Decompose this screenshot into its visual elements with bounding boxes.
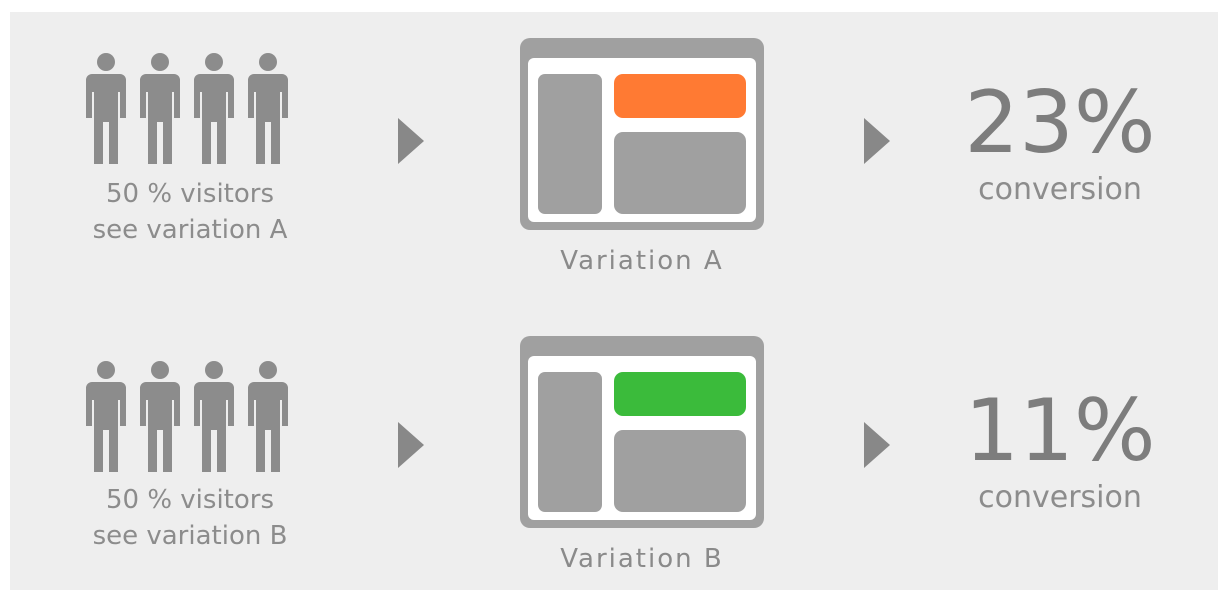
variation-label: Variation A — [560, 246, 724, 276]
people-group-icon — [84, 360, 290, 472]
people-group-icon — [84, 52, 290, 164]
conversion-percent: 11% — [964, 381, 1156, 481]
orange-block-icon — [614, 74, 746, 118]
person-icon — [194, 361, 234, 472]
arrow-right-icon — [864, 118, 890, 164]
arrow-right-icon — [864, 422, 890, 468]
person-icon — [248, 53, 288, 164]
person-icon — [194, 53, 234, 164]
variation-a-row: 50 % visitors see variation A Variation … — [0, 0, 1220, 280]
variation-label: Variation B — [560, 544, 724, 574]
variation-b-row: 50 % visitors see variation B Variation … — [0, 300, 1220, 580]
conversion-label: conversion — [978, 172, 1142, 207]
page-mockup-b-icon — [520, 336, 764, 528]
conversion-percent: 23% — [964, 73, 1156, 173]
visitor-split-text: 50 % visitors see variation A — [60, 176, 320, 248]
green-block-icon — [614, 372, 746, 416]
visitor-line-1: 50 % visitors — [105, 485, 275, 515]
person-icon — [140, 361, 180, 472]
conversion-label: conversion — [978, 480, 1142, 515]
visitor-line-2: see variation B — [92, 521, 288, 551]
person-icon — [86, 361, 126, 472]
person-icon — [140, 53, 180, 164]
visitor-line-2: see variation A — [92, 215, 288, 245]
person-icon — [248, 361, 288, 472]
page-mockup-a-icon — [520, 38, 764, 230]
visitor-line-1: 50 % visitors — [105, 179, 275, 209]
person-icon — [86, 53, 126, 164]
arrow-right-icon — [398, 118, 424, 164]
visitor-split-text: 50 % visitors see variation B — [60, 482, 320, 554]
arrow-right-icon — [398, 422, 424, 468]
